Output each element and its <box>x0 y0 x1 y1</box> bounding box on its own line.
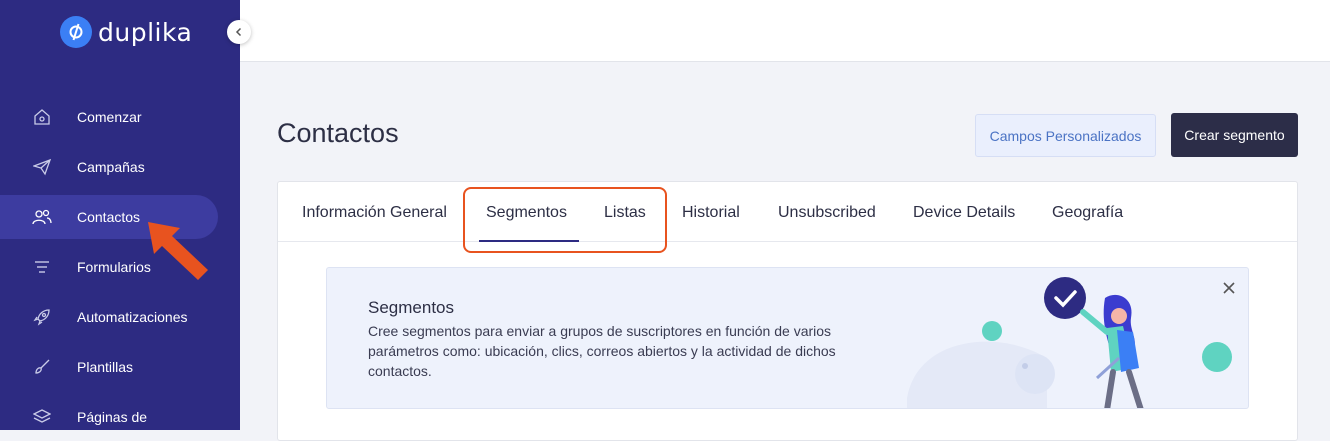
create-segment-button[interactable]: Crear segmento <box>1171 113 1298 157</box>
person-illustration <box>907 277 1232 408</box>
banner-title: Segmentos <box>368 298 454 317</box>
highlight-box <box>463 187 667 253</box>
banner-description: Cree segmentos para enviar a grupos de s… <box>368 323 836 379</box>
rocket-icon <box>32 307 52 327</box>
sidebar-item-campanas[interactable]: Campañas <box>0 145 218 189</box>
sidebar-item-label: Plantillas <box>77 359 134 375</box>
brand-name: duplika <box>98 17 193 47</box>
tab-informacion-general[interactable]: Información General <box>302 204 447 222</box>
tab-historial[interactable]: Historial <box>682 204 740 222</box>
sidebar-item-label: Campañas <box>77 159 145 175</box>
custom-fields-button[interactable]: Campos Personalizados <box>975 114 1156 157</box>
page-title: Contactos <box>277 118 399 148</box>
paper-plane-icon <box>32 157 52 177</box>
pointer-arrow-icon <box>148 222 208 280</box>
sidebar-item-label: Páginas de <box>77 409 148 425</box>
sidebar-item-label: Formularios <box>77 259 151 275</box>
tab-device-details[interactable]: Device Details <box>913 204 1015 222</box>
tab-unsubscribed[interactable]: Unsubscribed <box>778 204 876 222</box>
home-icon <box>32 107 52 127</box>
tab-bar: Información General Segmentos Listas His… <box>278 182 1297 242</box>
brush-icon <box>32 357 52 377</box>
top-bar <box>240 0 1330 62</box>
users-icon <box>32 207 52 227</box>
close-icon[interactable] <box>1221 280 1237 296</box>
tab-geografia[interactable]: Geografía <box>1052 204 1123 222</box>
lines-icon <box>32 257 52 277</box>
sidebar-item-plantillas[interactable]: Plantillas <box>0 345 218 389</box>
sidebar-collapse-button[interactable] <box>227 20 251 44</box>
layers-icon <box>32 407 52 427</box>
sidebar: duplika Comenzar Campañas Contactos Form… <box>0 0 240 430</box>
logo-icon <box>60 16 92 48</box>
brand-logo[interactable]: duplika <box>60 16 192 48</box>
sidebar-item-label: Contactos <box>77 209 141 225</box>
sidebar-item-comenzar[interactable]: Comenzar <box>0 95 218 139</box>
chevron-left-icon <box>235 27 242 37</box>
sidebar-item-paginas[interactable]: Páginas de <box>0 395 218 439</box>
sidebar-item-label: Automatizaciones <box>77 309 188 325</box>
sidebar-item-label: Comenzar <box>77 109 142 125</box>
sidebar-item-automatizaciones[interactable]: Automatizaciones <box>0 295 218 339</box>
segments-info-banner: Segmentos Cree segmentos para enviar a g… <box>326 267 1249 409</box>
